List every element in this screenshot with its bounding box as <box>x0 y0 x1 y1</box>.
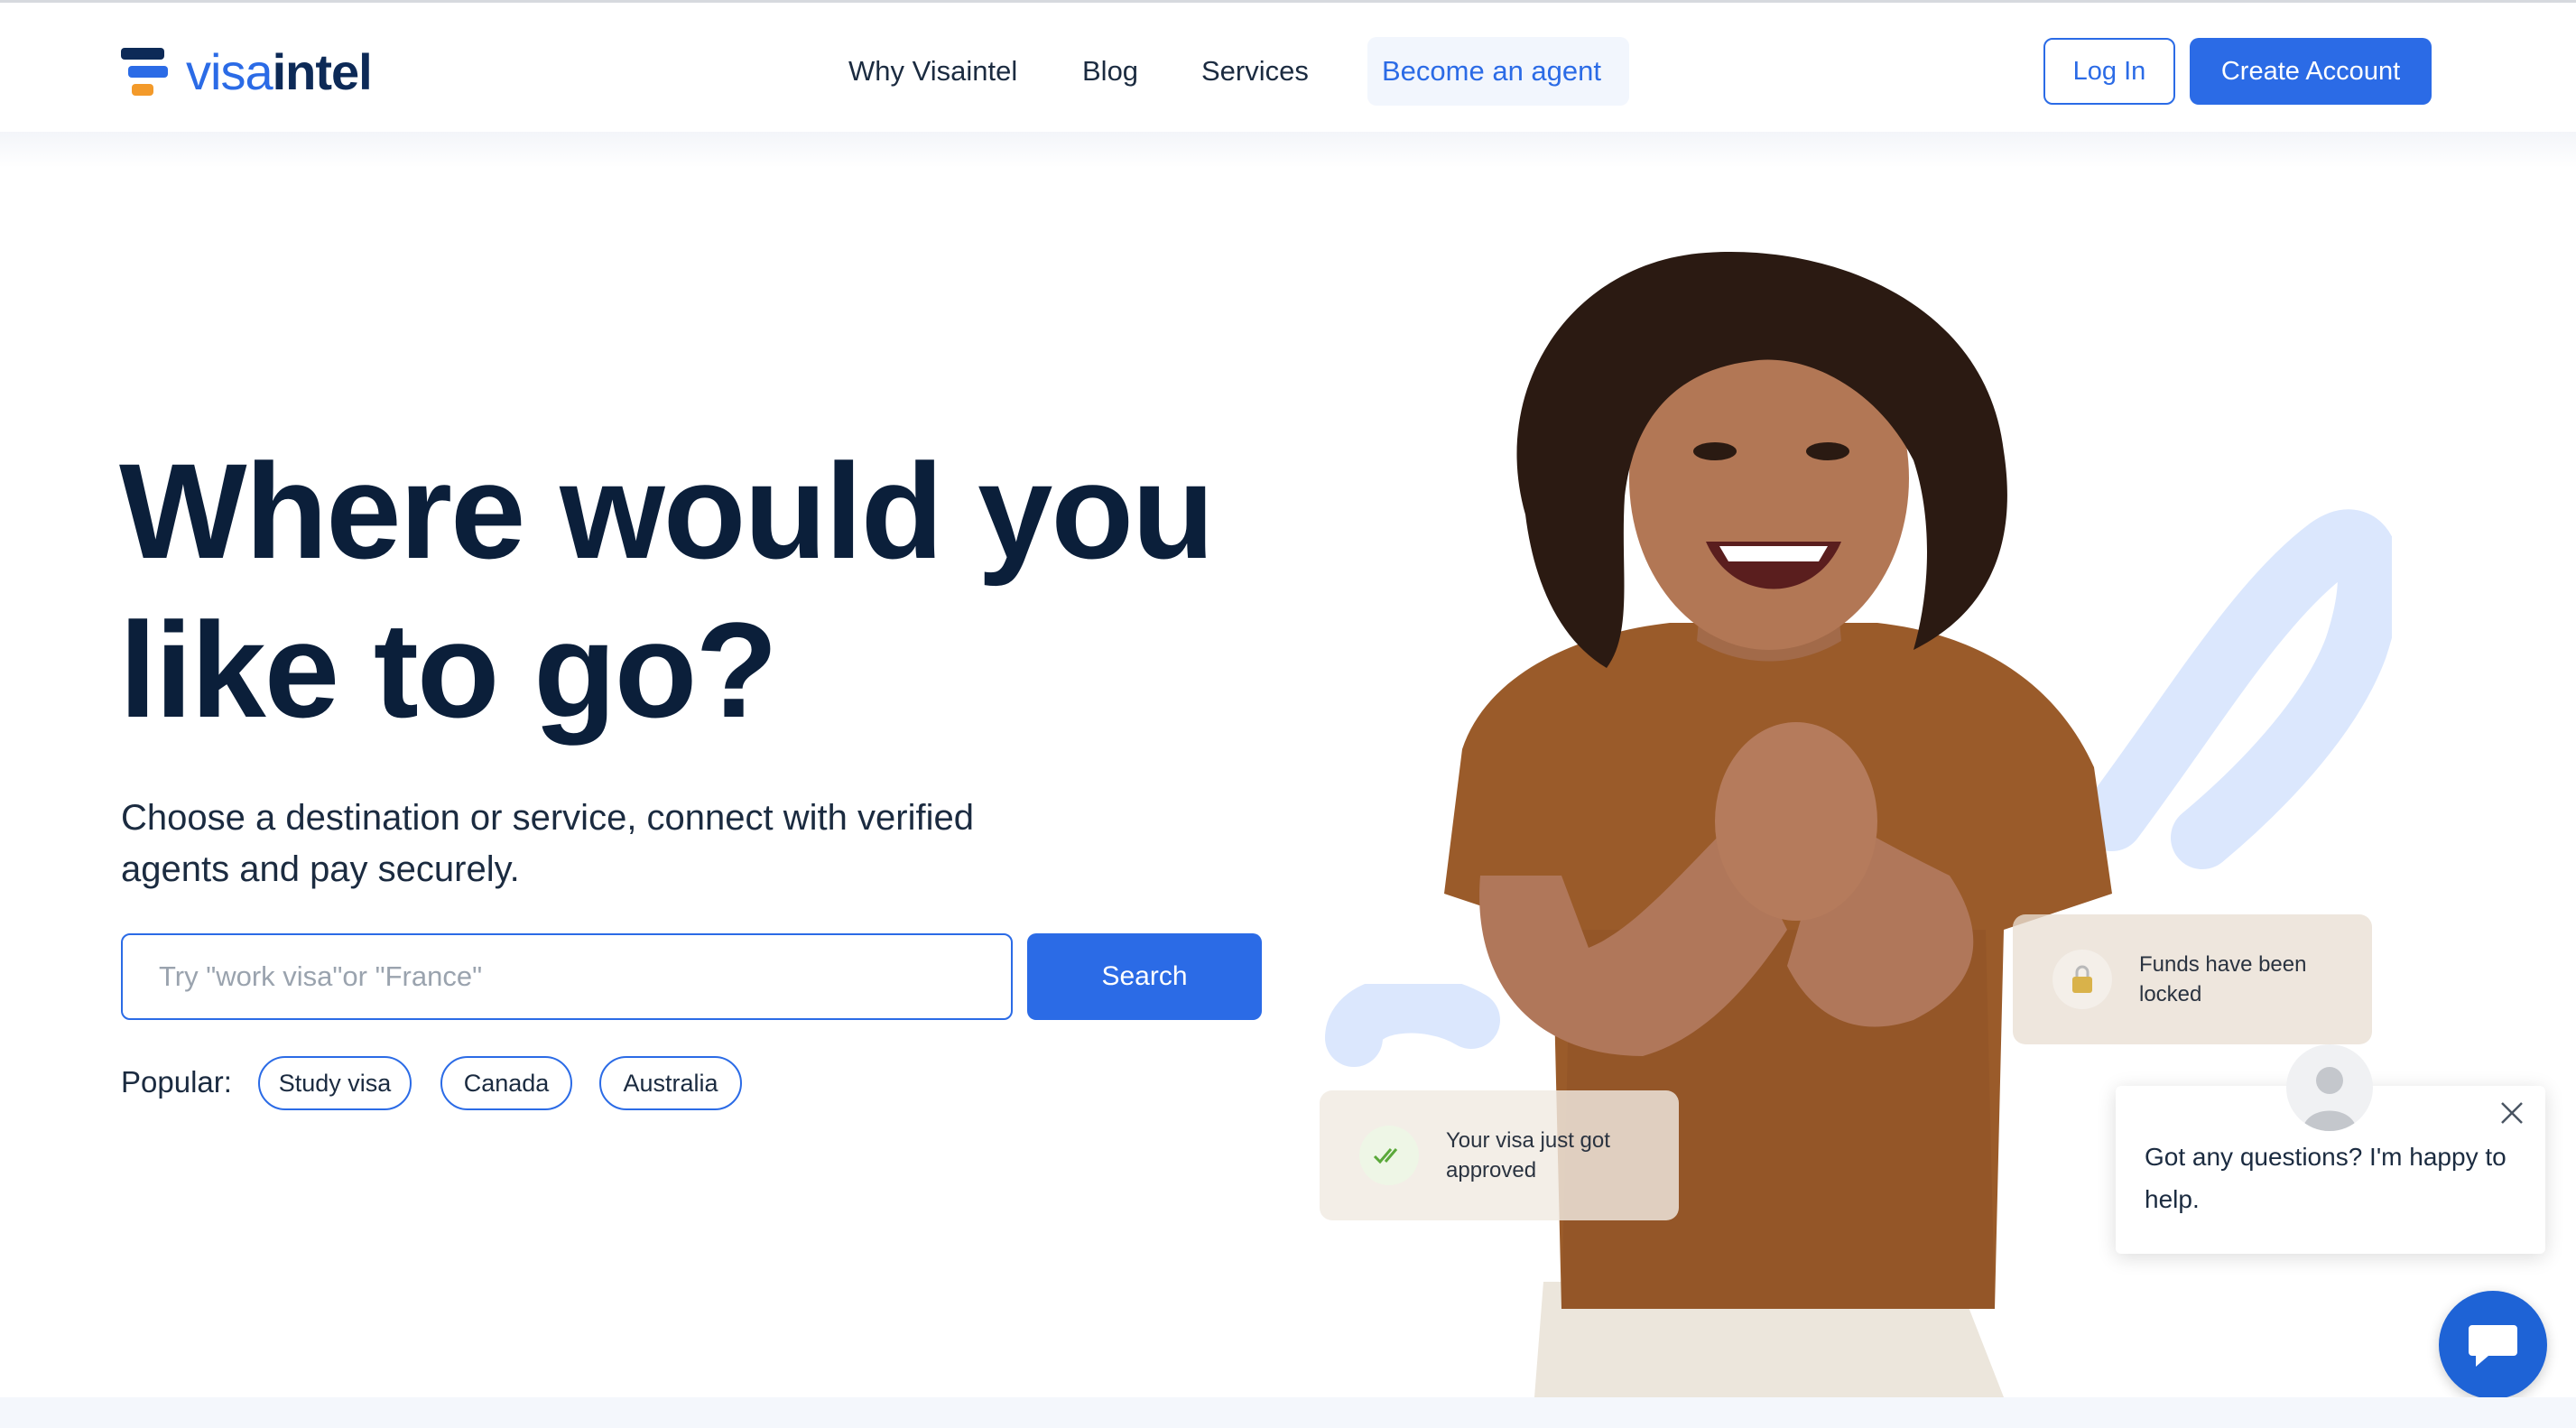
hero-title: Where would you like to go? <box>119 431 1293 749</box>
logo-wordmark: visaintel <box>186 47 373 97</box>
chat-message: Got any questions? I'm happy to help. <box>2145 1143 2507 1213</box>
hero-subtitle: Choose a destination or service, connect… <box>121 798 974 889</box>
hero-title-line-1: Where would you <box>119 435 1215 587</box>
chat-bubble-icon <box>2469 1325 2517 1367</box>
lock-icon <box>2052 950 2112 1009</box>
nav-why-visaintel[interactable]: Why Visaintel <box>848 37 1017 106</box>
logo-text-visa: visa <box>186 43 273 100</box>
next-section-band <box>0 1397 2576 1428</box>
smiling-woman-photo <box>1444 251 2112 1397</box>
header-shadow <box>0 132 2576 168</box>
funds-locked-card: Funds have been locked <box>2013 914 2372 1044</box>
chat-launcher-button[interactable] <box>2439 1291 2547 1399</box>
visaintel-logo[interactable]: visaintel <box>121 42 373 102</box>
support-avatar <box>2286 1044 2373 1131</box>
nav-services[interactable]: Services <box>1201 37 1309 106</box>
double-check-icon <box>1359 1126 1419 1185</box>
login-button[interactable]: Log In <box>2043 38 2175 105</box>
hero-title-line-2: like to go? <box>119 594 778 746</box>
search-button[interactable]: Search <box>1027 933 1262 1020</box>
destination-search-input[interactable] <box>121 933 1013 1020</box>
popular-chip-canada[interactable]: Canada <box>440 1056 572 1110</box>
visa-approved-card: Your visa just got approved <box>1320 1090 1679 1220</box>
logo-text-intel: intel <box>272 43 373 100</box>
popular-label: Popular: <box>121 1065 232 1099</box>
site-header: visaintel Why Visaintel Blog Services Be… <box>0 3 2576 132</box>
create-account-button[interactable]: Create Account <box>2190 38 2432 105</box>
funds-locked-text: Funds have been locked <box>2139 952 2307 1006</box>
visa-approved-text: Your visa just got approved <box>1446 1128 1610 1182</box>
popular-chip-study-visa[interactable]: Study visa <box>258 1056 412 1110</box>
nav-become-an-agent[interactable]: Become an agent <box>1367 37 1629 106</box>
logo-mark-icon <box>121 46 168 98</box>
nav-blog[interactable]: Blog <box>1082 37 1138 106</box>
close-icon[interactable] <box>2498 1099 2525 1127</box>
popular-chip-australia[interactable]: Australia <box>599 1056 742 1110</box>
